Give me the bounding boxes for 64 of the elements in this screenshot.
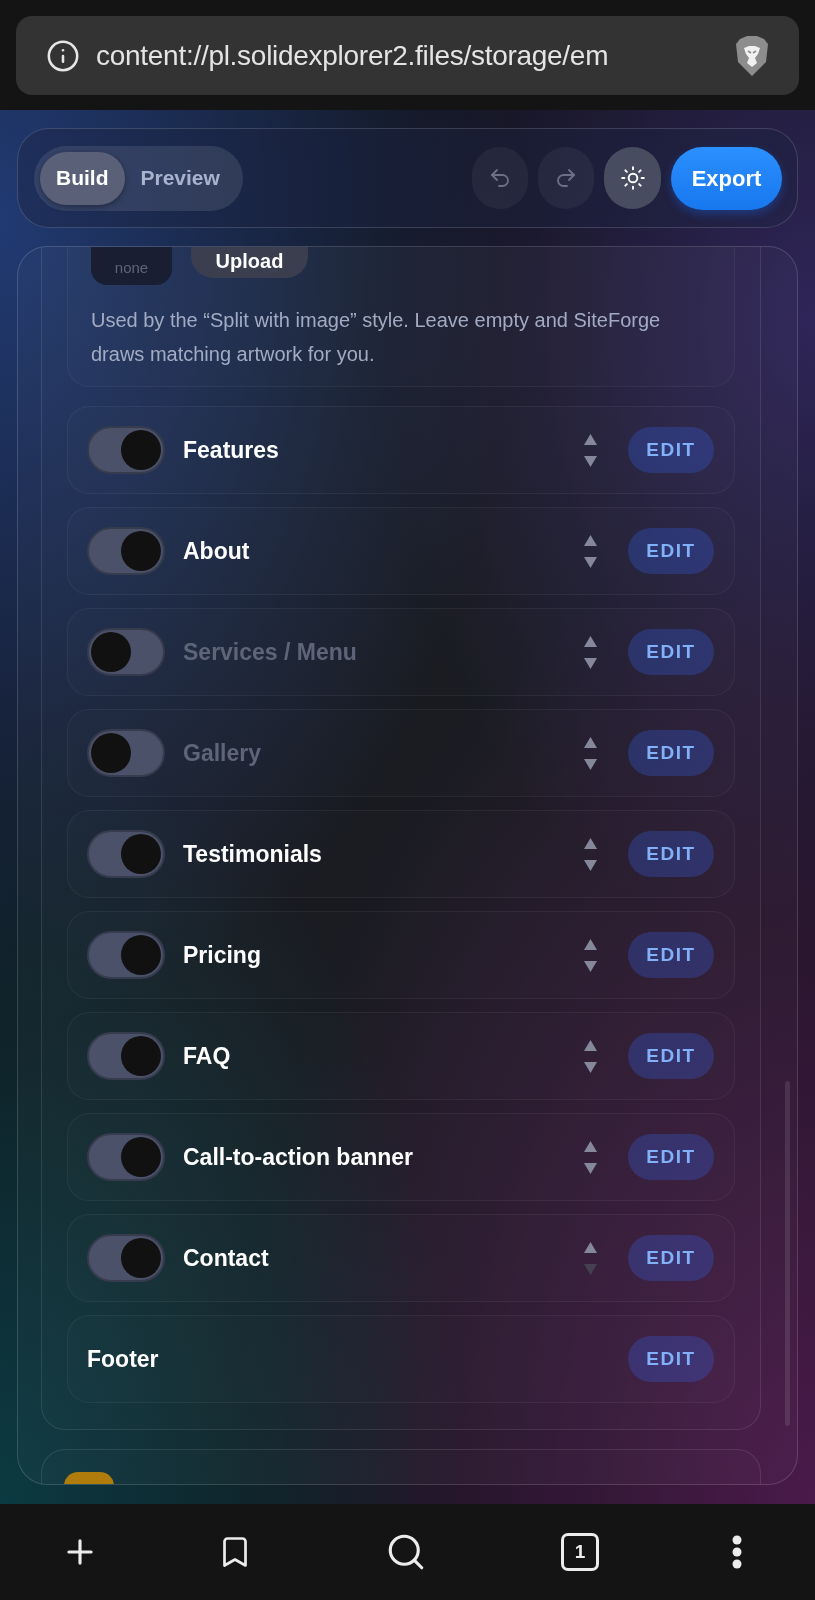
section-label: Features (183, 435, 279, 465)
section-label: Call-to-action banner (183, 1142, 413, 1172)
move-up-icon[interactable] (584, 635, 597, 647)
move-up-icon[interactable] (584, 938, 597, 950)
shield-icon[interactable] (735, 35, 769, 76)
move-up-icon[interactable] (584, 736, 597, 748)
move-down-icon[interactable] (584, 657, 597, 669)
section-label: Pricing (183, 940, 261, 970)
move-up-icon[interactable] (584, 1140, 597, 1152)
move-down-icon[interactable] (584, 1162, 597, 1174)
toggle-switch[interactable] (87, 830, 165, 878)
section-label: Footer (87, 1344, 159, 1374)
edit-button[interactable]: EDIT (628, 1235, 714, 1281)
image-field[interactable]: none (91, 247, 172, 285)
move-up-icon[interactable] (584, 1039, 597, 1051)
edit-button[interactable]: EDIT (628, 831, 714, 877)
move-down-icon[interactable] (584, 455, 597, 467)
scrollbar-thumb[interactable] (785, 1081, 790, 1426)
move-down-icon[interactable] (584, 1061, 597, 1073)
edit-button[interactable]: EDIT (628, 932, 714, 978)
edit-button[interactable]: EDIT (628, 1336, 714, 1382)
toggle-switch[interactable] (87, 1133, 165, 1181)
tab-count-button[interactable]: 1 (561, 1533, 599, 1571)
edit-button[interactable]: EDIT (628, 427, 714, 473)
edit-button[interactable]: EDIT (628, 528, 714, 574)
section-label: Testimonials (183, 839, 322, 869)
tile-icon (64, 1472, 114, 1484)
move-up-icon[interactable] (584, 534, 597, 546)
move-up-icon[interactable] (584, 837, 597, 849)
undo-icon (488, 166, 512, 190)
mode-tab[interactable]: Build (40, 151, 125, 205)
more-icon[interactable] (731, 1535, 742, 1569)
edit-button[interactable]: EDIT (628, 1134, 714, 1180)
section-label: FAQ (183, 1041, 231, 1071)
toggle-switch[interactable] (87, 729, 165, 777)
move-up-icon[interactable] (584, 1241, 597, 1253)
toggle-switch[interactable] (87, 1234, 165, 1282)
section-label: Contact (183, 1243, 269, 1273)
toggle-switch[interactable] (87, 1032, 165, 1080)
section-label: Services / Menu (183, 637, 357, 667)
move-down-icon[interactable] (584, 758, 597, 770)
move-down-icon[interactable] (584, 960, 597, 972)
section-label: Gallery (183, 738, 261, 768)
section-label: About (183, 536, 250, 566)
address-bar[interactable]: content://pl.solidexplorer2.files/storage/em (16, 16, 799, 95)
toggle-switch[interactable] (87, 628, 165, 676)
move-down-icon[interactable] (584, 859, 597, 871)
move-up-icon[interactable] (584, 433, 597, 445)
toggle-switch[interactable] (87, 527, 165, 575)
image-hint: Used by the “Split with image” style. Leave empty and SiteForge draws matching artwork for you. (91, 308, 662, 367)
export-button[interactable]: Export (671, 146, 782, 210)
redo-icon (554, 166, 578, 190)
url-text: content://pl.solidexplorer2.files/storage/em (96, 38, 609, 73)
edit-button[interactable]: EDIT (628, 730, 714, 776)
upload-button[interactable]: Upload (191, 247, 308, 278)
move-down-icon[interactable] (584, 556, 597, 568)
theme-button[interactable] (604, 147, 661, 209)
sun-icon (619, 165, 646, 191)
info-icon[interactable] (46, 38, 80, 73)
toggle-switch[interactable] (87, 426, 165, 474)
toggle-switch[interactable] (87, 931, 165, 979)
edit-button[interactable]: EDIT (628, 629, 714, 675)
mode-tab[interactable]: Preview (124, 151, 236, 205)
edit-button[interactable]: EDIT (628, 1033, 714, 1079)
